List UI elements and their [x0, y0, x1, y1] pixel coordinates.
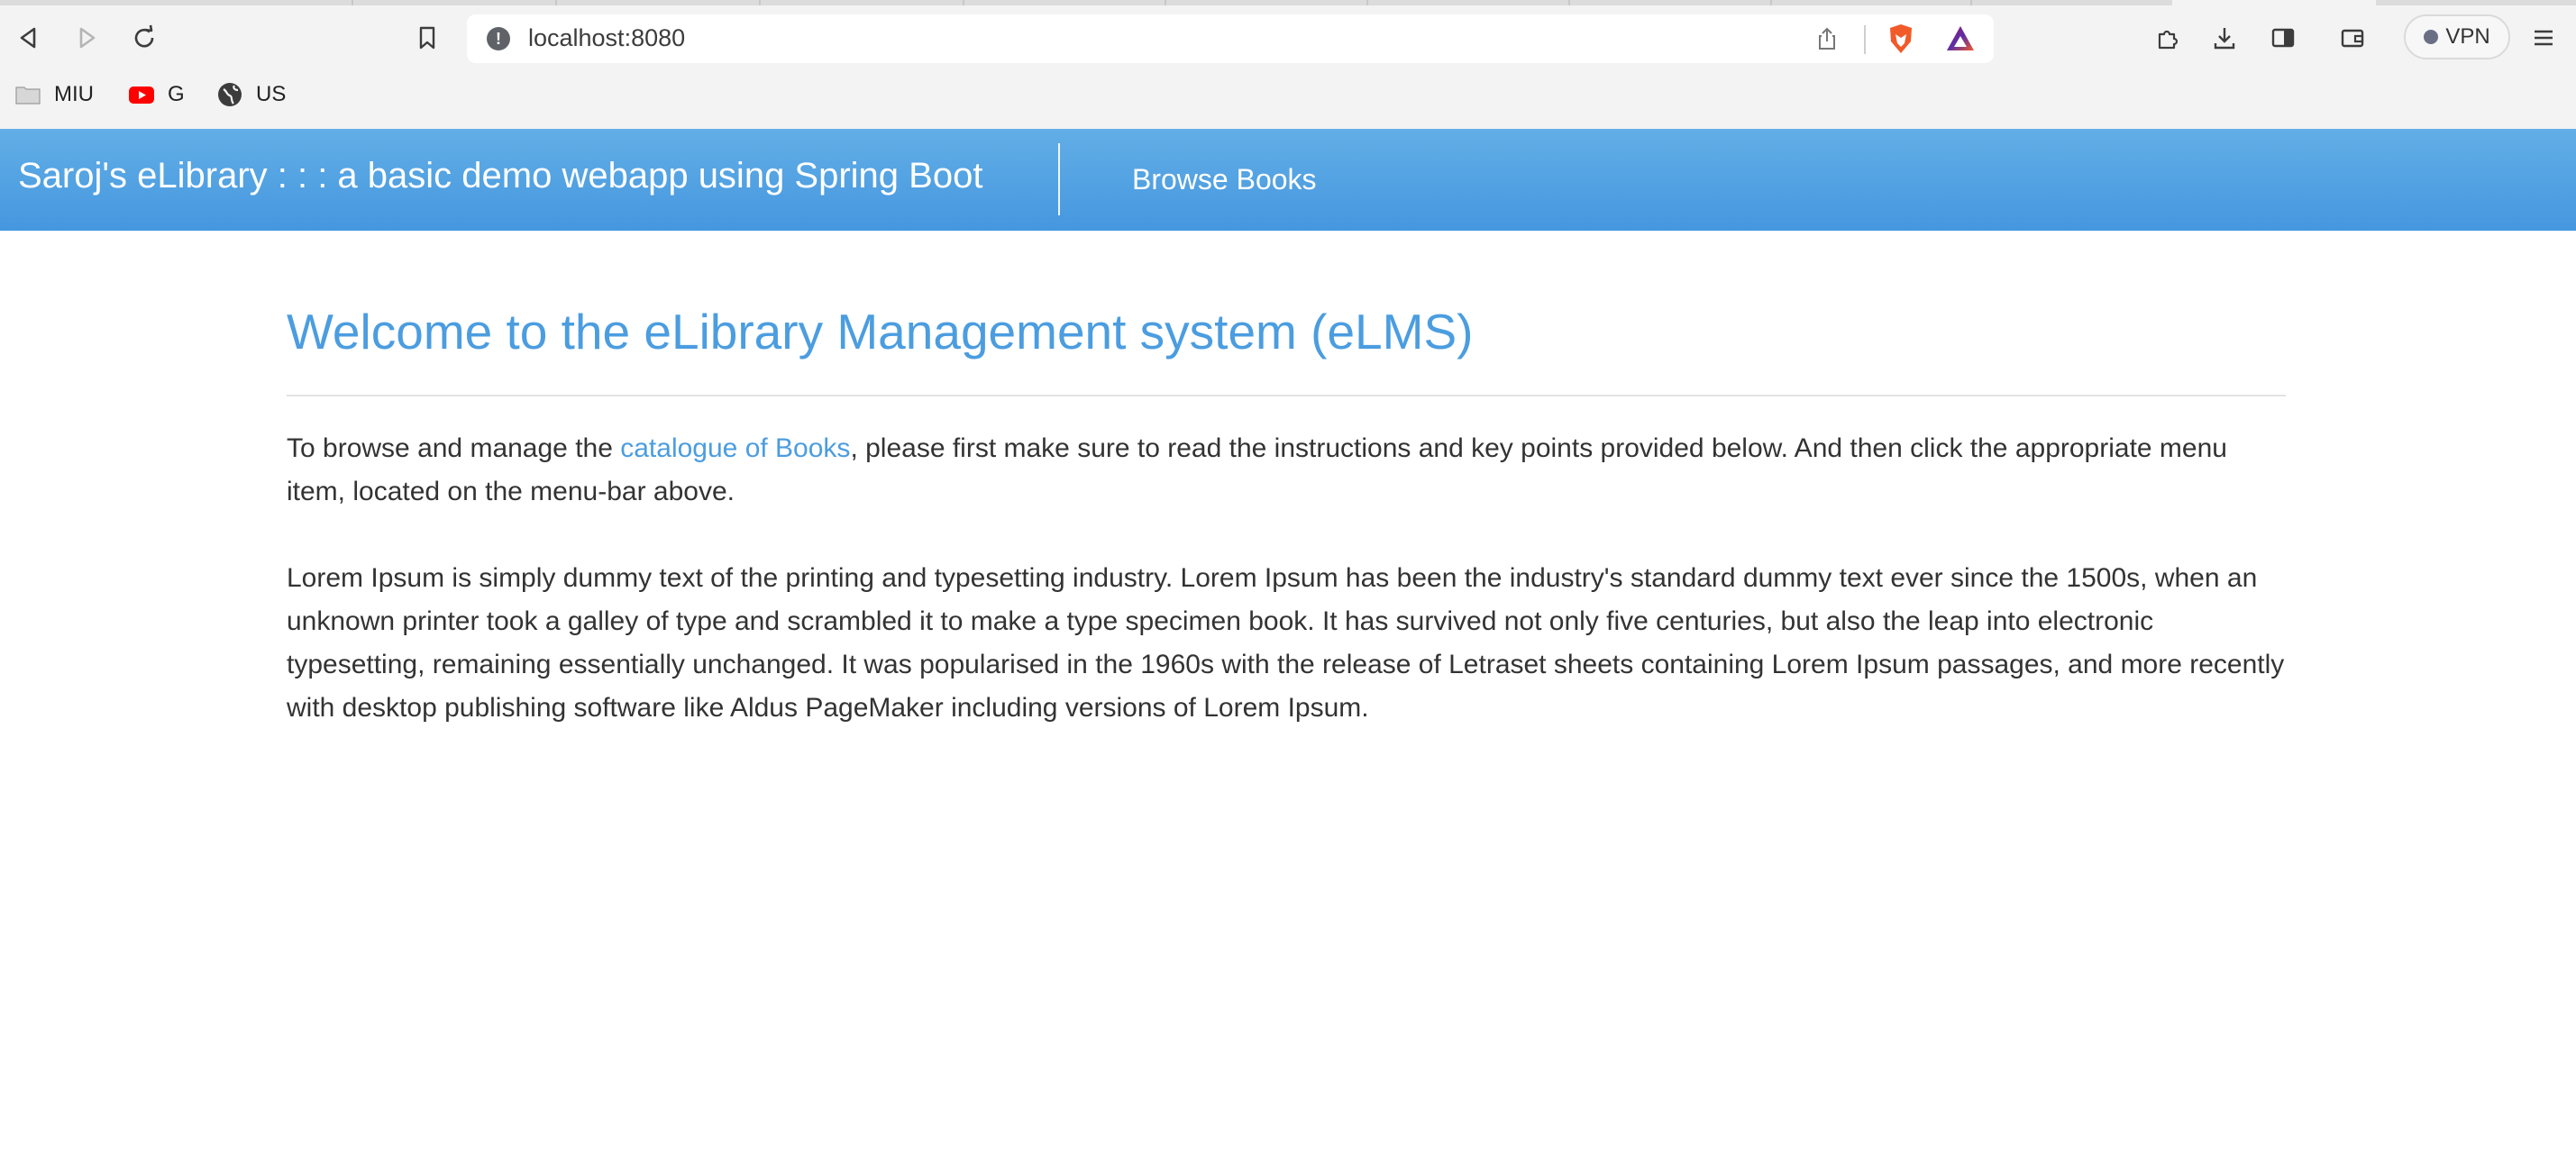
catalogue-link[interactable]: catalogue of Books [620, 433, 850, 463]
vpn-status-icon [2424, 30, 2439, 44]
sidebar-button[interactable] [2265, 20, 2301, 56]
hamburger-menu-icon [2535, 30, 2553, 46]
bookmark-us[interactable]: US [216, 81, 286, 108]
downloads-button[interactable] [2206, 20, 2243, 56]
wallet-icon [2341, 29, 2364, 48]
bookmark-label: G [168, 82, 185, 106]
bookmark-g[interactable]: G [128, 81, 185, 108]
bookmark-miu[interactable]: MIU [14, 81, 94, 108]
bookmarks-bar: MIU G US [0, 76, 2576, 115]
intro-text-before: To browse and manage the [287, 433, 621, 463]
page-title: Welcome to the eLibrary Management syste… [287, 304, 1474, 360]
tab-strip [0, 0, 2576, 5]
url-text[interactable]: localhost:8080 [528, 24, 685, 52]
intro-paragraph: To browse and manage the catalogue of Bo… [287, 427, 2288, 514]
folder-icon [15, 87, 41, 105]
reload-button[interactable] [126, 20, 162, 56]
bookmark-label: US [256, 82, 287, 106]
brave-shields-icon[interactable] [1884, 22, 1918, 56]
brave-rewards-icon[interactable] [1943, 22, 1978, 56]
globe-icon [218, 83, 242, 106]
extensions-button[interactable] [2150, 20, 2186, 56]
download-icon [2214, 28, 2235, 50]
forward-arrow-icon [79, 27, 96, 49]
site-info-icon[interactable]: ! [487, 27, 510, 50]
nav-browse-books[interactable]: Browse Books [1132, 163, 1317, 196]
app-navbar: Saroj's eLibrary : : : a basic demo weba… [0, 129, 2576, 231]
vpn-button[interactable]: VPN [2404, 14, 2510, 59]
address-separator [1864, 25, 1866, 54]
reload-icon [134, 24, 154, 48]
sidebar-icon [2271, 28, 2295, 48]
brand-title[interactable]: Saroj's eLibrary : : : a basic demo weba… [18, 156, 982, 196]
main-content: Welcome to the eLibrary Management syste… [287, 297, 2288, 730]
back-button[interactable] [11, 20, 47, 56]
navbar-divider [1058, 143, 1060, 215]
share-icon[interactable] [1813, 25, 1841, 52]
heading-divider [287, 395, 2286, 396]
lorem-paragraph: Lorem Ipsum is simply dummy text of the … [287, 563, 2285, 723]
bookmark-icon [419, 26, 435, 50]
forward-button[interactable] [69, 20, 105, 56]
youtube-icon [129, 87, 154, 104]
bookmark-button[interactable] [409, 20, 445, 56]
wallet-button[interactable] [2334, 20, 2370, 56]
vpn-label: VPN [2445, 24, 2490, 49]
browser-chrome: ! localhost:8080 VPN MIU G US [0, 0, 2576, 129]
address-bar[interactable]: ! localhost:8080 [467, 14, 1994, 63]
bookmark-label: MIU [54, 82, 94, 106]
puzzle-icon [2158, 30, 2179, 50]
menu-button[interactable] [2526, 20, 2562, 56]
back-arrow-icon [20, 27, 36, 49]
